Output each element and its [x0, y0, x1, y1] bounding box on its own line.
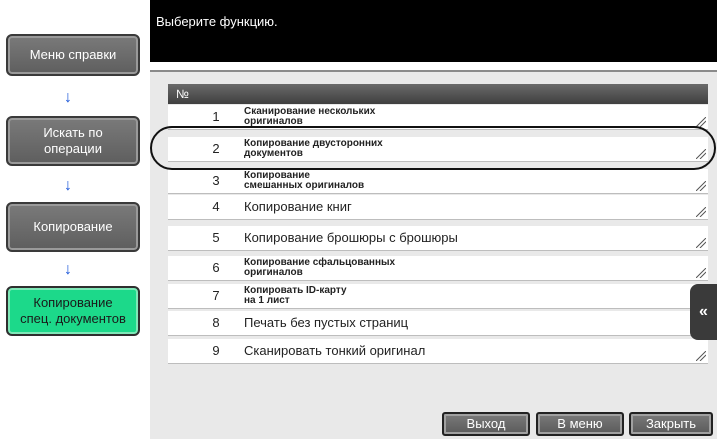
row-label: Копировать ID-карту на 1 лист [244, 285, 347, 306]
corner-resize-icon [696, 117, 706, 127]
corner-resize-icon [696, 238, 706, 248]
page-prompt: Выберите функцию. [156, 14, 278, 29]
exit-button[interactable]: Выход [442, 412, 530, 436]
nav-copy-button[interactable]: Копирование [6, 202, 140, 252]
corner-resize-icon [696, 351, 706, 361]
row-label: Копирование книг [244, 199, 352, 214]
to-menu-button[interactable]: В меню [536, 412, 624, 436]
list-item[interactable]: 6 Копирование сфальцованных оригиналов [168, 256, 708, 281]
list-item[interactable]: 4 Копирование книг [168, 195, 708, 220]
list-item[interactable]: 8 Печать без пустых страниц [168, 311, 708, 336]
row-number: 4 [212, 199, 220, 214]
row-number: 6 [212, 260, 220, 275]
arrow-down-icon: ↓ [64, 261, 72, 278]
list-item[interactable]: 5 Копирование брошюры с брошюры [168, 226, 708, 251]
row-number: 5 [212, 230, 220, 245]
row-number: 1 [212, 109, 220, 124]
left-nav-panel: Меню справки ↓ Искать по операции ↓ Копи… [0, 0, 150, 439]
arrow-down-icon: ↓ [64, 177, 72, 194]
double-chevron-left-icon: « [699, 303, 708, 320]
row-number: 3 [212, 173, 220, 188]
list-item[interactable]: 3 Копирование смешанных оригиналов [168, 169, 708, 194]
list-item[interactable]: 2 Копирование двусторонних документов [168, 137, 708, 162]
row-number: 2 [212, 141, 220, 156]
row-label: Копирование сфальцованных оригиналов [244, 257, 396, 278]
header-bar [150, 0, 717, 62]
collapse-panel-button[interactable]: « [690, 284, 717, 340]
arrow-down-icon: ↓ [64, 89, 72, 106]
row-label: Сканирование нескольких оригиналов [244, 106, 376, 127]
nav-help-menu-button[interactable]: Меню справки [6, 34, 140, 76]
row-label: Копирование смешанных оригиналов [244, 170, 365, 191]
corner-resize-icon [696, 207, 706, 217]
row-number: 8 [212, 315, 220, 330]
list-item[interactable]: 7 Копировать ID-карту на 1 лист [168, 284, 708, 309]
corner-resize-icon [696, 181, 706, 191]
corner-resize-icon [696, 268, 706, 278]
close-button[interactable]: Закрыть [629, 412, 713, 436]
row-label: Печать без пустых страниц [244, 315, 409, 330]
row-number: 7 [212, 288, 220, 303]
list-item[interactable]: 1 Сканирование нескольких оригиналов [168, 105, 708, 130]
table-header: № [168, 84, 708, 104]
row-label: Копирование брошюры с брошюры [244, 230, 458, 245]
row-number: 9 [212, 343, 220, 358]
corner-resize-icon [696, 149, 706, 159]
nav-search-by-operation-button[interactable]: Искать по операции [6, 116, 140, 166]
row-label: Сканировать тонкий оригинал [244, 343, 426, 358]
list-item[interactable]: 9 Сканировать тонкий оригинал [168, 339, 708, 364]
nav-special-docs-copy-button[interactable]: Копирование спец. документов [6, 286, 140, 336]
row-label: Копирование двусторонних документов [244, 138, 383, 159]
